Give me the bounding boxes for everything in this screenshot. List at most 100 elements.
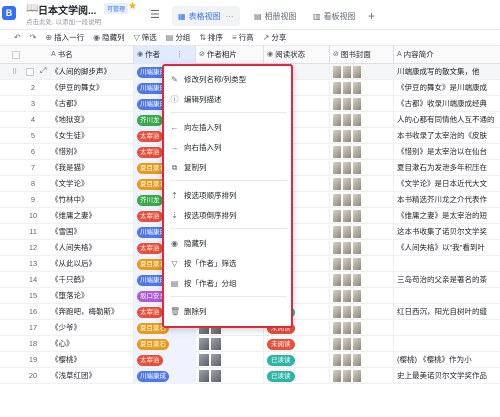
cell-cover[interactable]	[330, 176, 394, 192]
cell-cover[interactable]	[330, 128, 394, 144]
share-button[interactable]: ↗ 分享	[263, 32, 287, 43]
cell-title[interactable]: 《堕落论》	[48, 288, 134, 304]
row-checkbox[interactable]	[26, 68, 34, 76]
cell-summary[interactable]: 《惜别》是太宰治以在仙台	[394, 144, 500, 160]
redo-button[interactable]: ↷	[30, 33, 37, 42]
cell-title[interactable]: 《维庸之妻》	[48, 208, 134, 224]
column-header-reading-status[interactable]: ◉ 阅读状态	[264, 46, 330, 64]
cell-author-photo[interactable]	[196, 352, 264, 368]
cell-cover[interactable]	[330, 240, 394, 256]
cell-summary[interactable]: 《伊豆的舞女》是川端康成	[394, 80, 500, 96]
hide-field-button[interactable]: ◉ 隐藏列	[93, 32, 124, 43]
cell-author-photo[interactable]	[196, 336, 264, 352]
insert-row-button[interactable]: ⊕ 插入一行	[45, 32, 84, 43]
menu-item-sort-descending[interactable]: ⇣ 按选项倒序排列	[170, 208, 236, 224]
cell-cover[interactable]	[330, 96, 394, 112]
menu-item-sort-ascending[interactable]: ⇡ 按选项顺序排列	[170, 188, 236, 204]
cell-summary[interactable]: 《古都》收录川端康成经典	[394, 96, 500, 112]
cell-summary[interactable]: 红日西沉，阳光自树叶的缝	[394, 304, 500, 320]
add-view-button[interactable]: +	[362, 6, 381, 26]
cell-title[interactable]: 《人间失格》	[48, 240, 134, 256]
cell-title[interactable]: 《竹林中》	[48, 192, 134, 208]
sort-button[interactable]: ⇅ 排序	[199, 32, 223, 43]
cell-summary[interactable]: 三岛苟治的父亲是著名的茶	[394, 272, 500, 288]
cell-title[interactable]: 《地狱变》	[48, 112, 134, 128]
cell-title[interactable]: 《我是猫》	[48, 160, 134, 176]
cell-reading-status[interactable]: 未阅读	[264, 336, 330, 352]
cell-cover[interactable]	[330, 272, 394, 288]
cell-title[interactable]: 《文学论》	[48, 176, 134, 192]
tab-gallery-view[interactable]: ▤ 相册视图	[248, 6, 303, 26]
drag-handle-icon[interactable]: ⠿	[12, 68, 17, 76]
column-more-icon[interactable]: ⋮	[176, 46, 183, 64]
undo-button[interactable]: ↶	[14, 33, 21, 42]
cell-reading-status[interactable]: 已读读	[264, 352, 330, 368]
cell-summary[interactable]: 夏目漱石为发泄多年积压在	[394, 160, 500, 176]
column-header-cover[interactable]: ⊘ 图书封面	[330, 46, 394, 64]
table-row[interactable]: 20 《浅草红团》 川端康成 已读读 史上最美诺贝尔文学奖作品	[0, 368, 500, 384]
cell-summary[interactable]: 本书精选芥川龙之介代表作	[394, 192, 500, 208]
column-header-title[interactable]: A 书名	[48, 46, 134, 64]
cell-cover[interactable]	[330, 208, 394, 224]
row-height-button[interactable]: ≡ 行高	[232, 32, 254, 43]
cell-summary[interactable]: 《人间失格》以"我"看到叶	[394, 240, 500, 256]
cell-summary[interactable]: 这本书收集了诺贝尔文学奖	[394, 224, 500, 240]
table-row[interactable]: 18 《心》 夏目漱石 未阅读	[0, 336, 500, 352]
menu-item-delete-column[interactable]: 🗑 删除列	[170, 304, 207, 320]
cell-title[interactable]: 《少爷》	[48, 320, 134, 336]
cell-cover[interactable]	[330, 368, 394, 384]
cell-title[interactable]: 《奔跑吧，梅勒斯》	[48, 304, 134, 320]
cell-cover[interactable]	[330, 336, 394, 352]
cell-title[interactable]: 《心》	[48, 336, 134, 352]
tab-kanban-view[interactable]: ▥ 看板视图	[307, 6, 362, 26]
cell-title[interactable]: 《千只鹤》	[48, 272, 134, 288]
column-header-author-photo[interactable]: ⊘ 作者相片	[196, 46, 264, 64]
cell-cover[interactable]	[330, 192, 394, 208]
cell-cover[interactable]	[330, 224, 394, 240]
star-icon[interactable]: ★	[128, 1, 137, 12]
cell-cover[interactable]	[330, 64, 394, 80]
expand-row-icon[interactable]: ⤢	[40, 66, 46, 76]
menu-item-edit-description[interactable]: ⓘ 编辑列描述	[170, 92, 222, 108]
cell-cover[interactable]	[330, 352, 394, 368]
cell-author[interactable]: 川端康成	[134, 368, 196, 384]
cell-cover[interactable]	[330, 80, 394, 96]
more-icon[interactable]: ···	[226, 12, 234, 21]
menu-item-group-by-author[interactable]: ▤ 按「作者」分组	[170, 276, 237, 292]
cell-title[interactable]: 《惜别》	[48, 144, 134, 160]
menu-item-edit-column[interactable]: ✎ 修改列名称/列类型	[170, 72, 246, 88]
menu-item-hide-column[interactable]: ◉ 隐藏列	[170, 236, 207, 252]
select-all-checkbox[interactable]	[12, 51, 20, 59]
cell-cover[interactable]	[330, 160, 394, 176]
cell-author[interactable]: 太宰治	[134, 352, 196, 368]
cell-summary[interactable]: 人的心都有同情他人互不通的	[394, 112, 500, 128]
cell-cover[interactable]	[330, 256, 394, 272]
cell-title[interactable]: 《古都》	[48, 96, 134, 112]
cell-summary[interactable]: 《文学论》是日本近代大文	[394, 176, 500, 192]
table-row[interactable]: 19 《樱桃》 太宰治 已读读 (樱桃) 《樱桃》作为小	[0, 352, 500, 368]
view-list-menu-icon[interactable]: ☰	[150, 8, 160, 21]
cell-summary[interactable]: 史上最美诺贝尔文学奖作品	[394, 368, 500, 384]
menu-item-insert-right[interactable]: → 向右插入列	[170, 140, 222, 156]
cell-title[interactable]: 《女生徒》	[48, 128, 134, 144]
cell-reading-status[interactable]: 已读读	[264, 368, 330, 384]
cell-cover[interactable]	[330, 320, 394, 336]
cell-summary[interactable]: 本书收录了太宰治的《皮肤	[394, 128, 500, 144]
cell-cover[interactable]	[330, 112, 394, 128]
group-button[interactable]: ▤ 分组	[166, 32, 191, 43]
permission-badge[interactable]: 可管理	[104, 3, 129, 14]
app-logo-icon[interactable]: B	[2, 6, 16, 20]
cell-summary[interactable]: 《维庸之妻》是太宰治的短	[394, 208, 500, 224]
cell-summary[interactable]	[394, 288, 500, 304]
column-header-summary[interactable]: A 内容简介	[394, 46, 500, 64]
menu-item-copy-column[interactable]: ⧉ 复制列	[170, 160, 207, 176]
cell-author-photo[interactable]	[196, 368, 264, 384]
tab-grid-view[interactable]: ▦ 表格视图 ···	[172, 6, 240, 26]
cell-summary[interactable]	[394, 256, 500, 272]
column-header-author[interactable]: ◉ 作者 ⋮	[134, 46, 196, 64]
cell-cover[interactable]	[330, 304, 394, 320]
cell-title[interactable]: 《从此以后》	[48, 256, 134, 272]
menu-item-filter-by-author[interactable]: ▽ 按「作者」筛选	[170, 256, 236, 272]
cell-title[interactable]: 《樱桃》	[48, 352, 134, 368]
cell-title[interactable]: 《雪国》	[48, 224, 134, 240]
